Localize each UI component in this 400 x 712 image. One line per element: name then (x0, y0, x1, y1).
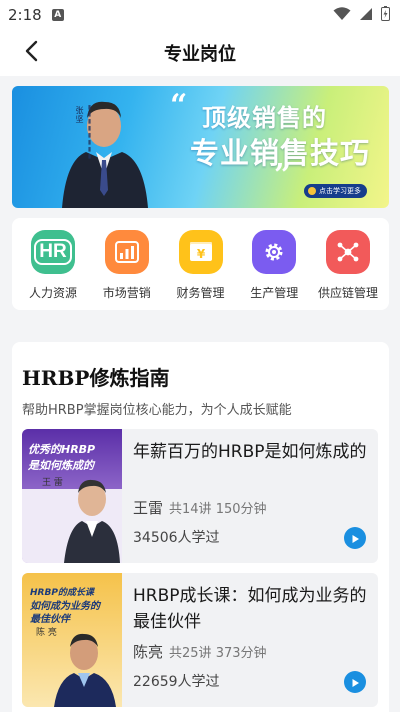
category-label: 财务管理 (176, 286, 225, 300)
course-meta: 王雷 共14讲 150分钟 (133, 497, 267, 518)
cover-text-3: 最佳伙伴 (30, 614, 70, 625)
speaker-name: 张坚 (75, 106, 84, 124)
network-icon (326, 230, 370, 274)
section-subtitle: 帮助HRBP掌握岗位核心能力，为个人成长赋能 (22, 403, 292, 418)
battery-icon (381, 5, 390, 25)
course-title: HRBP成长课：如何成为业务的最佳伙伴 (133, 586, 367, 632)
status-bar: 2:18 A (0, 0, 400, 30)
category-supply-chain[interactable]: 供应链管理 (313, 230, 383, 310)
banner-cta-button[interactable]: 点击学习更多 (304, 184, 367, 198)
signal-icon (359, 6, 373, 25)
speaker-subtitle-decor: ▮▮▮▮▮▮▮▮ (86, 104, 93, 160)
section-title: HRBP修炼指南 (22, 366, 170, 390)
category-marketing[interactable]: 市场营销 (92, 230, 162, 310)
category-grid: HR 人力资源 市场营销 ¥ 财务管理 生产管理 供应链管理 (12, 218, 389, 310)
status-time: 2:18 (8, 6, 42, 24)
cta-dot-icon (308, 187, 316, 195)
category-hr[interactable]: HR 人力资源 (18, 230, 88, 310)
course-teacher: 王雷 (133, 499, 164, 517)
play-icon (350, 529, 360, 548)
course-lessons: 共25讲 373分钟 (169, 646, 267, 661)
course-learners: 34506人学过 (133, 530, 220, 546)
hrbp-guide-section: HRBP修炼指南 帮助HRBP掌握岗位核心能力，为个人成长赋能 优秀的HRBP … (12, 342, 389, 712)
cover-text-2: 是如何炼成的 (28, 459, 94, 472)
course-lessons: 共14讲 150分钟 (169, 502, 267, 517)
course-title: 年薪百万的HRBP是如何炼成的 (133, 442, 367, 462)
back-button[interactable] (14, 36, 48, 70)
course-meta: 陈亮 共25讲 373分钟 (133, 641, 267, 662)
course-card[interactable]: 优秀的HRBP 是如何炼成的 王 雷 年薪百万的HRBP是如何炼成的 王雷 共14… (22, 429, 378, 563)
hr-icon: HR (31, 230, 75, 274)
course-learners: 22659人学过 (133, 674, 220, 690)
course-card[interactable]: HRBP的成长课 如何成为业务的 最佳伙伴 陈 亮 HRBP成长课：如何成为业务… (22, 573, 378, 707)
cover-name: 陈 亮 (36, 628, 57, 638)
category-production[interactable]: 生产管理 (239, 230, 309, 310)
play-button[interactable] (344, 671, 366, 693)
chevron-left-icon (24, 40, 38, 66)
course-teacher: 陈亮 (133, 643, 164, 661)
page-title: 专业岗位 (164, 44, 236, 65)
yuan-icon: ¥ (178, 230, 223, 274)
promo-banner[interactable]: 张坚 ▮▮▮▮▮▮▮▮ “ 顶级销售的 专业销售技巧 ” 点击学习更多 (12, 86, 389, 208)
cover-name: 王 雷 (42, 478, 63, 488)
svg-text:¥: ¥ (196, 247, 205, 261)
category-label: 市场营销 (102, 286, 151, 300)
quote-open-icon: “ (170, 88, 188, 123)
top-nav-bar: 专业岗位 (0, 30, 400, 76)
cover-text-1: 优秀的HRBP (28, 443, 96, 456)
speaker-photo (62, 101, 148, 208)
notification-icon: A (51, 9, 64, 21)
quote-close-icon: ” (274, 158, 292, 193)
wifi-icon (333, 6, 351, 25)
category-label: 供应链管理 (317, 286, 378, 300)
category-label: 生产管理 (250, 286, 299, 300)
gear-icon (252, 230, 297, 274)
banner-cta-label: 点击学习更多 (319, 187, 361, 195)
banner-headline-1: 顶级销售的 (202, 103, 327, 132)
play-button[interactable] (344, 527, 366, 549)
play-icon (350, 673, 360, 692)
chart-icon (104, 230, 149, 274)
category-finance[interactable]: ¥ 财务管理 (166, 230, 236, 310)
category-label: 人力资源 (28, 286, 77, 300)
